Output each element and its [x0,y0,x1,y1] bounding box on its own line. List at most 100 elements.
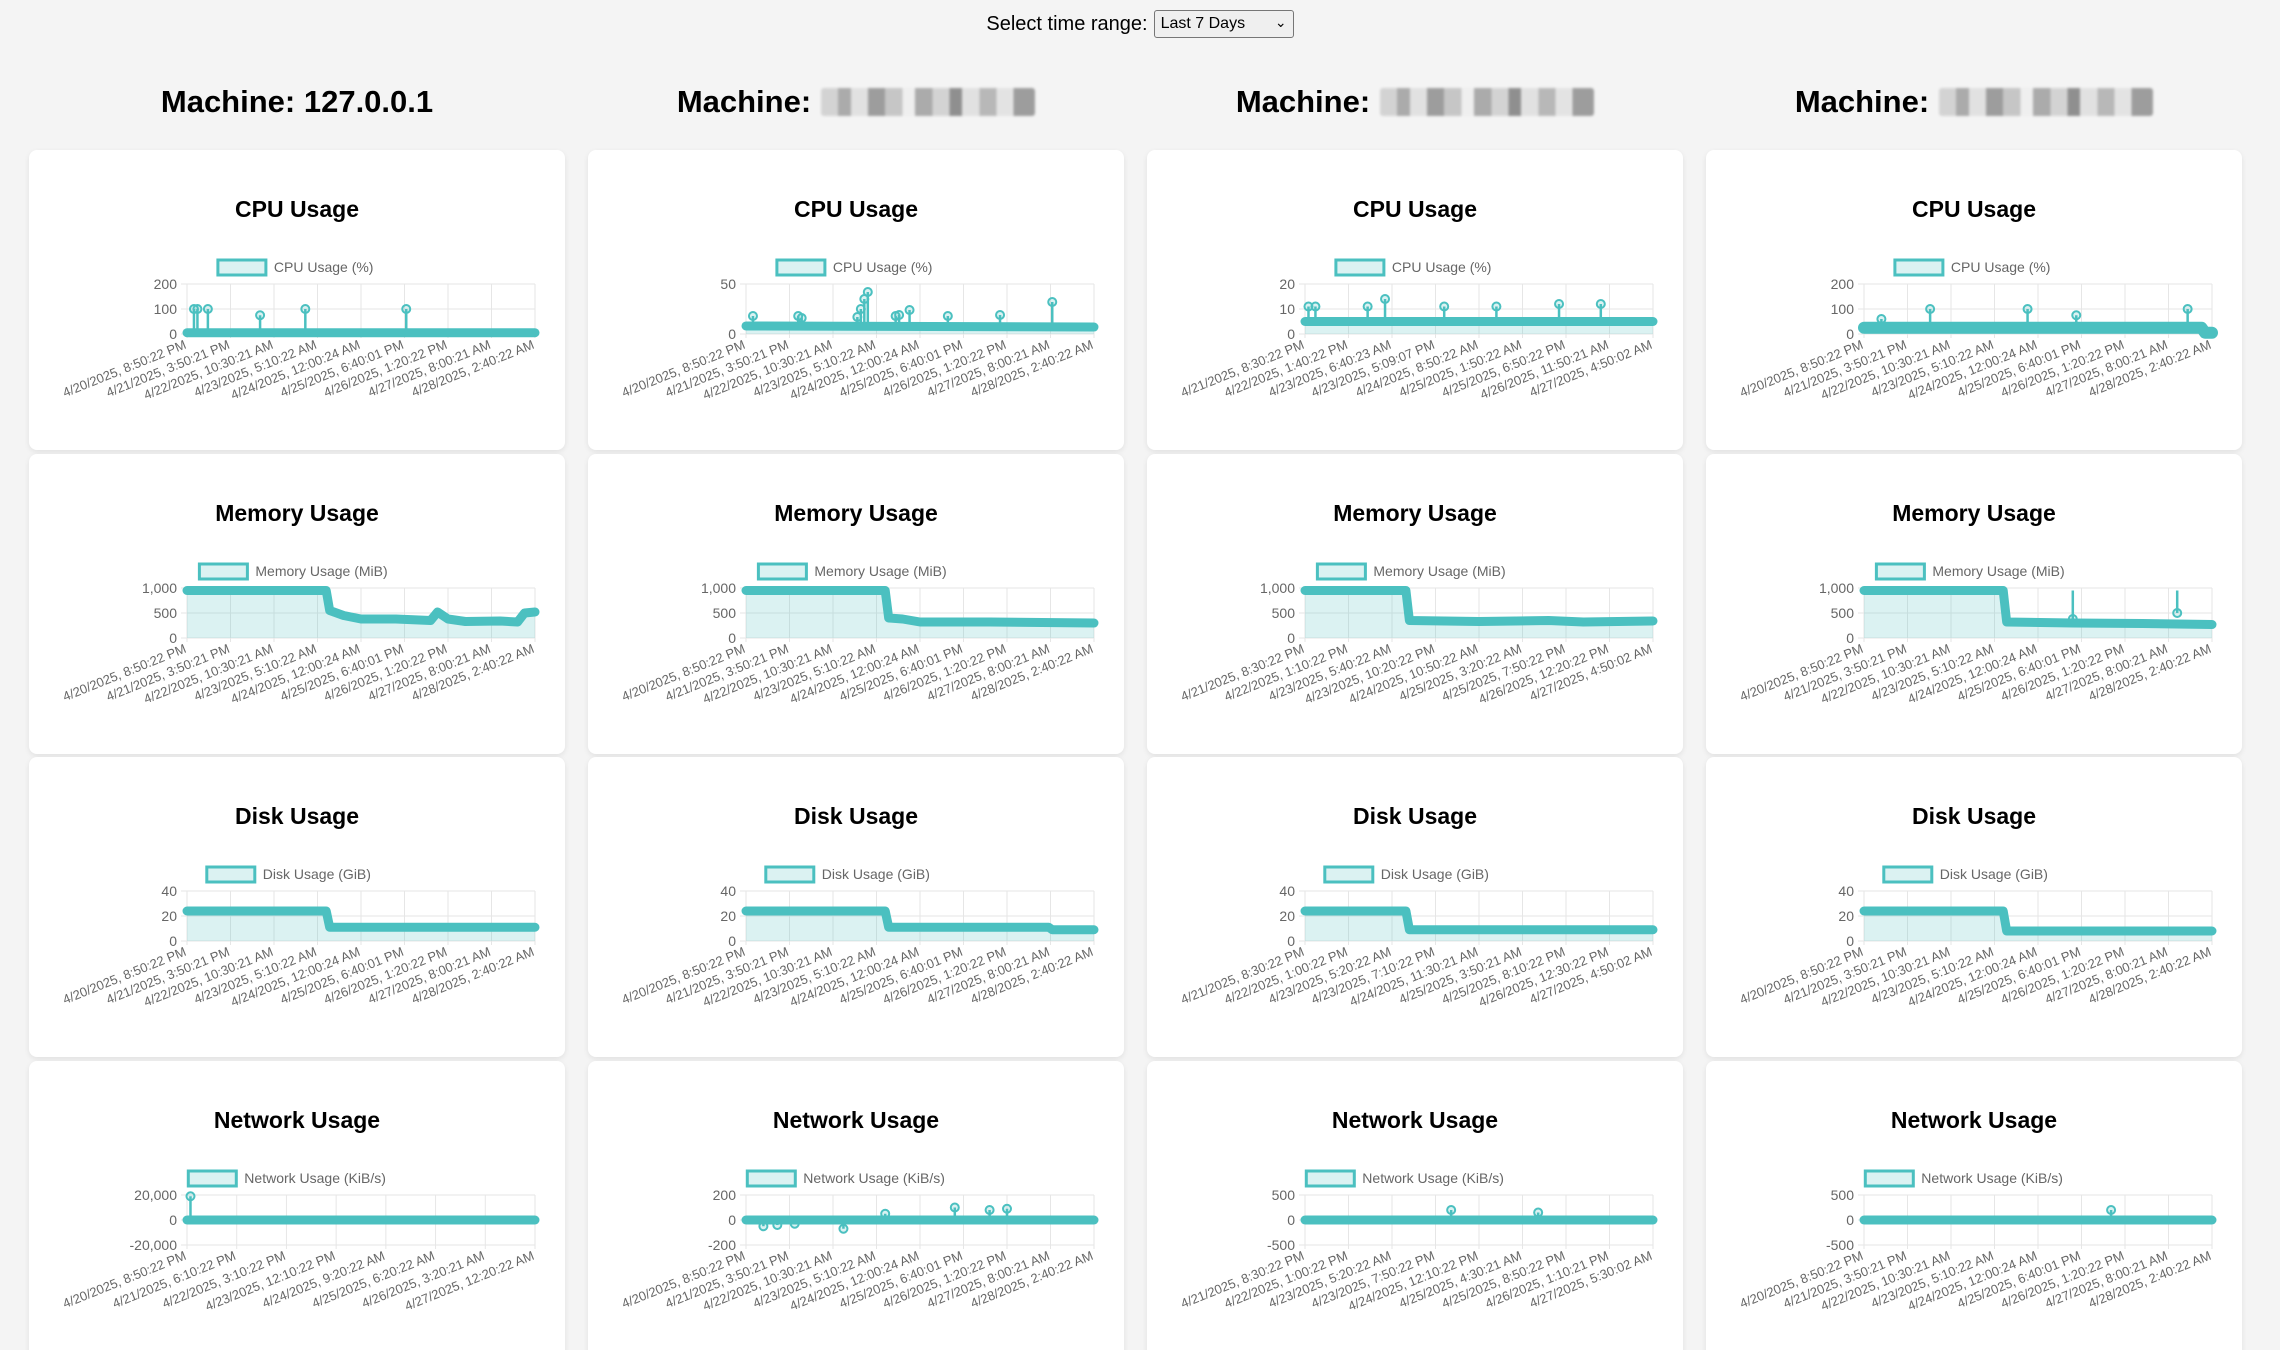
y-tick-label: 1,000 [1260,580,1295,596]
spike-point [747,311,758,321]
spike-point [2022,304,2033,314]
y-tick-label: 500 [1272,605,1296,621]
spike-point [984,1205,995,1215]
legend-label: CPU Usage (%) [833,259,933,275]
redacted-hostname [821,88,1036,116]
y-tick-label: 1,000 [701,580,736,596]
spike-point [1554,299,1565,309]
y-tick-label: 20 [161,908,177,924]
y-tick-label: 500 [1272,1187,1296,1203]
chart-card-network: Network Usage Network Usage (KiB/s) 500 0 -5… [1706,1061,2242,1350]
y-tick-label: 0 [728,1212,736,1228]
legend-swatch [745,1169,797,1188]
machine-title: Machine: [1135,84,1695,120]
y-tick-label: 40 [1838,883,1854,899]
spike-point [2172,608,2183,618]
legend-swatch [756,562,808,581]
chart-card-network: Network Usage Network Usage (KiB/s) 500 0 -5… [1147,1061,1683,1350]
spike-point [1491,301,1502,312]
spike-point [1310,301,1321,312]
legend-swatch [1315,562,1367,581]
chart-svg: Disk Usage (GiB)402004/20/2025, 8:50:22 … [1738,865,2217,1010]
machine-title: Machine: [576,84,1136,120]
spike-point [1533,1207,1544,1218]
spike-point [1595,299,1606,309]
legend-swatch [1893,258,1945,277]
machine-title: Machine: 127.0.0.1 [17,84,577,120]
legend-label: CPU Usage (%) [1951,259,2051,275]
spike-point [995,310,1006,320]
spike-point [185,1191,196,1202]
chart-card-disk: Disk Usage Disk Usage (GiB) 40 20 0 4/20/2025… [29,757,565,1057]
y-tick-label: 0 [1846,1212,1854,1228]
spike-point [1380,294,1391,304]
spike-point [1925,304,1936,314]
chevron-down-icon: ⌄ [1274,14,1287,30]
legend-label: Memory Usage (MiB) [814,563,946,579]
y-tick-label: 500 [154,605,178,621]
legend-swatch [216,258,268,277]
machine-title-text: Machine: [1794,84,1930,119]
spike-point [2071,310,2082,321]
y-tick-label: 100 [1831,301,1855,317]
chart-card-cpu: CPU Usage CPU Usage (%) 50 0 4/20/2025, 8:50… [588,150,1124,450]
spike-point [255,310,266,321]
chart-svg: Network Usage (KiB/s)2000-2004/20/2025, … [620,1169,1099,1314]
y-tick-label: -20,000 [130,1237,178,1253]
chart-card-cpu: CPU Usage CPU Usage (%) 20 10 0 4/21/2025, 8:… [1147,150,1683,450]
spike-point [1047,297,1058,307]
chart-card-cpu: CPU Usage CPU Usage (%) 200 100 0 4/20/2025, … [1706,150,2242,450]
chart-card-cpu: CPU Usage CPU Usage (%) 200 100 0 4/20/2025, … [29,150,565,450]
spike-point [2182,304,2193,314]
y-tick-label: 20 [1838,908,1854,924]
y-tick-label: 0 [169,1212,177,1228]
y-tick-label: 50 [720,276,736,292]
legend-label: Memory Usage (MiB) [255,563,387,579]
redacted-hostname [1380,88,1595,116]
y-tick-label: 40 [1279,883,1295,899]
legend-label: Network Usage (KiB/s) [1362,1170,1504,1186]
series-line [741,321,1099,332]
legend-swatch [1874,562,1926,581]
chart-svg: Memory Usage (MiB)1,00050004/21/2025, 8:… [1179,562,1658,707]
chart-svg: CPU Usage (%)20010004/20/2025, 8:50:22 P… [1738,258,2218,403]
time-range-bar: Select time range: Last 7 Days ⌄ [0,0,2280,48]
chart-svg: Network Usage (KiB/s)20,0000-20,0004/20/… [61,1169,540,1314]
legend-label: Memory Usage (MiB) [1932,563,2064,579]
y-tick-label: 1,000 [142,580,177,596]
time-range-select[interactable]: Last 7 Days ⌄ [1153,10,1294,38]
y-tick-label: -500 [1267,1237,1295,1253]
chart-svg: CPU Usage (%)20010004/20/2025, 8:50:22 P… [61,258,540,403]
chart-card-network: Network Usage Network Usage (KiB/s) 20,000… [29,1061,565,1350]
legend-label: Disk Usage (GiB) [822,866,930,882]
chart-card-memory: Memory Usage Memory Usage (MiB) 1,000 500 0 4… [1147,454,1683,754]
legend-label: Memory Usage (MiB) [1373,563,1505,579]
legend-label: Network Usage (KiB/s) [244,1170,386,1186]
chart-card-network: Network Usage Network Usage (KiB/s) 200 0 -2… [588,1061,1124,1350]
y-tick-label: 100 [154,301,178,317]
spike-point [1362,301,1373,312]
y-tick-label: 500 [1831,1187,1855,1203]
spike-point [2106,1205,2117,1215]
machine-title-text: Machine: 127.0.0.1 [160,84,434,119]
y-tick-label: 20 [720,908,736,924]
chart-svg: CPU Usage (%)5004/20/2025, 8:50:22 PM4/2… [620,258,1099,403]
legend-label: Disk Usage (GiB) [263,866,371,882]
y-tick-label: 20 [1279,908,1295,924]
spike-point [949,1202,960,1213]
chart-svg: Memory Usage (MiB)1,00050004/20/2025, 8:… [61,562,540,707]
chart-svg: Disk Usage (GiB)402004/21/2025, 8:30:22 … [1179,865,1658,1010]
spike-point [300,304,311,314]
spike-point [862,287,873,297]
legend-swatch [764,865,816,884]
spike-point [1002,1203,1012,1214]
spike-point [1446,1205,1457,1215]
legend-swatch [1882,865,1934,884]
y-tick-label: 1,000 [1819,580,1854,596]
spike-point [1439,301,1450,312]
chart-svg: Network Usage (KiB/s)5000-5004/21/2025, … [1179,1169,1658,1314]
y-tick-label: -500 [1826,1237,1854,1253]
chart-card-disk: Disk Usage Disk Usage (GiB) 40 20 0 4/20/2025… [588,757,1124,1057]
spike-point [202,304,213,314]
chart-card-memory: Memory Usage Memory Usage (MiB) 1,000 500 0 4… [29,454,565,754]
